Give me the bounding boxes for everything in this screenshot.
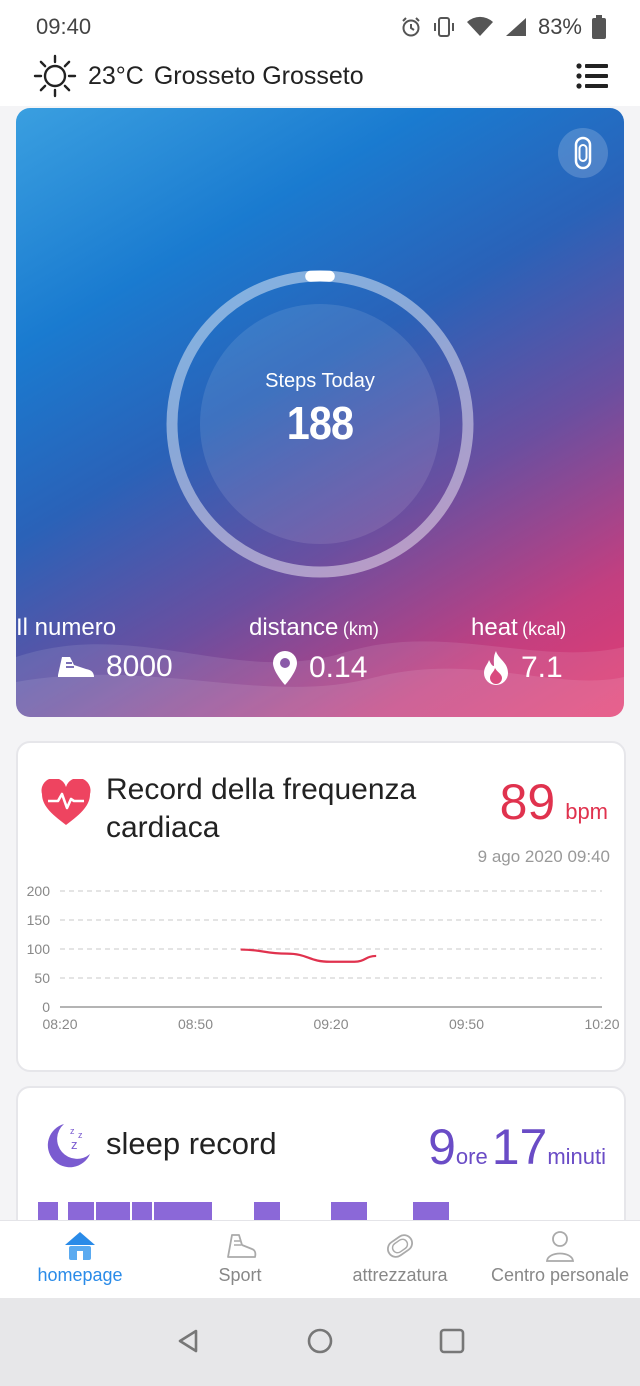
svg-text:z: z — [78, 1130, 83, 1140]
sleep-hours: 9 — [428, 1119, 456, 1175]
location-name: Grosseto Grosseto — [153, 61, 364, 90]
signal-icon — [505, 18, 526, 36]
running-shoe-icon — [227, 1234, 257, 1258]
home-circle-icon[interactable] — [305, 1326, 335, 1356]
svg-text:z: z — [70, 1126, 75, 1136]
vibrate-icon — [433, 17, 454, 37]
stat-distance-value-row: 0.14 — [271, 650, 367, 686]
stat-target-label: Il numero — [16, 614, 117, 641]
stat-heat-value: 7.1 — [521, 651, 563, 684]
shoe-icon — [58, 657, 94, 677]
heart-rate-number: 89 — [499, 774, 556, 830]
tab-attrezzatura[interactable]: attrezzatura — [320, 1221, 480, 1299]
stat-distance-unit: (km) — [342, 619, 379, 639]
x-tick-label: 08:20 — [42, 1016, 77, 1032]
tab-label: Centro personale — [490, 1265, 630, 1285]
tab-centro-personale[interactable]: Centro personale — [480, 1221, 640, 1299]
flame-icon — [484, 651, 508, 685]
x-tick-label: 08:50 — [178, 1016, 213, 1032]
person-icon — [546, 1231, 574, 1262]
heart-rate-value: 89 bpm — [500, 773, 608, 831]
sleep-hours-unit: ore — [455, 1144, 488, 1169]
bottom-tab-bar: homepage Sport attrezzatura Centro perso… — [0, 1220, 640, 1299]
temperature: 23°C — [88, 61, 144, 90]
weather-info: 23°C Grosseto Grosseto — [32, 54, 364, 98]
steps-label: Steps Today — [265, 370, 375, 392]
steps-value: 188 — [286, 397, 354, 449]
status-icons: 83% — [400, 14, 606, 40]
svg-text:z: z — [71, 1137, 78, 1152]
sleep-title: sleep record — [106, 1126, 277, 1161]
steps-card: Steps Today 188 Il numero 8000 distance … — [16, 108, 624, 717]
device-button[interactable] — [558, 128, 608, 178]
x-tick-label: 09:50 — [449, 1016, 484, 1032]
alarm-icon — [402, 17, 420, 37]
battery-icon — [592, 15, 606, 39]
sun-icon — [33, 54, 77, 98]
stat-heat: heat (kcal) 7.1 — [471, 614, 567, 685]
heart-rate-chart: 200 150 100 50 008:20 08:50 09:20 09:50 10:20 — [27, 883, 620, 1032]
x-tick-label: 10:20 — [584, 1016, 619, 1032]
tab-label: Sport — [218, 1265, 262, 1285]
wifi-icon — [466, 16, 493, 36]
y-tick-label: 100 — [27, 941, 51, 957]
stat-target: Il numero 8000 — [16, 614, 173, 683]
home-icon — [65, 1232, 95, 1260]
heart-rate-datetime: 9 ago 2020 09:40 — [477, 847, 610, 866]
stat-heat-label: heat — [471, 614, 518, 641]
stat-distance: distance (km) 0.14 — [249, 614, 379, 685]
status-bar: 09:40 83% — [0, 0, 640, 56]
battery-percent: 83% — [537, 14, 582, 39]
stat-heat-value-row: 7.1 — [481, 650, 563, 686]
heart-rate-title: Record della frequenza cardiaca — [106, 773, 417, 844]
y-tick-label: 50 — [34, 970, 50, 986]
tab-label: attrezzatura — [352, 1265, 448, 1285]
back-triangle-icon[interactable] — [174, 1326, 204, 1356]
x-tick-label: 09:20 — [313, 1016, 348, 1032]
y-tick-label: 200 — [27, 883, 51, 899]
moon-sleep-icon: z z z — [47, 1124, 90, 1168]
heart-rate-unit: bpm — [565, 799, 608, 824]
heart-rate-card[interactable]: Record della frequenza cardiaca 89 bpm 9… — [16, 741, 626, 1072]
tab-sport[interactable]: Sport — [160, 1221, 320, 1299]
tab-label: homepage — [37, 1265, 123, 1285]
sleep-minutes: 17 — [491, 1119, 548, 1175]
stat-target-value: 8000 — [106, 650, 173, 683]
heart-icon — [41, 779, 91, 825]
system-nav-bar — [0, 1298, 640, 1386]
location-pin-icon — [273, 651, 297, 685]
heart-rate-series-line — [240, 948, 377, 963]
recents-square-icon[interactable] — [437, 1326, 467, 1356]
stat-target-value-row: 8000 — [56, 650, 173, 684]
y-tick-label: 0 — [42, 999, 50, 1015]
band-device-icon — [574, 136, 592, 170]
sleep-duration: 9 ore 17 minuti — [428, 1118, 610, 1176]
app-header: 23°C Grosseto Grosseto — [0, 54, 640, 106]
stat-distance-label: distance — [249, 614, 339, 641]
tab-homepage[interactable]: homepage — [0, 1221, 160, 1299]
stat-heat-unit: (kcal) — [522, 619, 567, 639]
menu-list-icon[interactable] — [576, 62, 608, 90]
band-device-icon — [387, 1234, 413, 1258]
status-time: 09:40 — [36, 14, 92, 39]
stat-distance-value: 0.14 — [309, 651, 368, 684]
y-tick-label: 150 — [27, 912, 51, 928]
sleep-minutes-unit: minuti — [547, 1144, 606, 1169]
